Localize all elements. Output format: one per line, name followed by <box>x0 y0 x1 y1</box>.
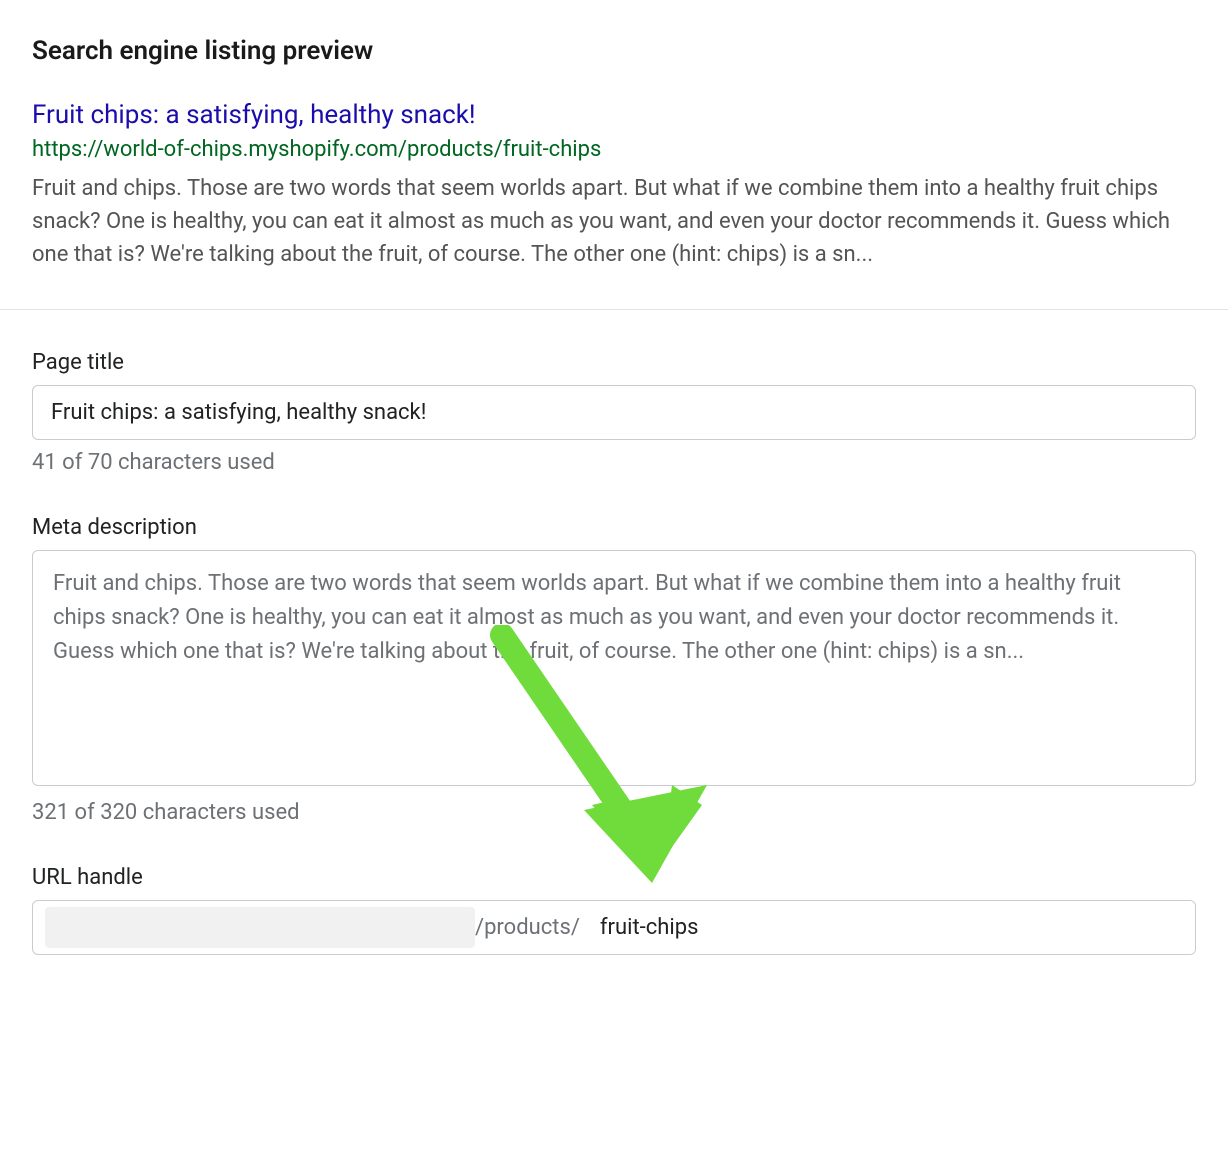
preview-url: https://world-of-chips.myshopify.com/pro… <box>32 137 1196 162</box>
section-title: Search engine listing preview <box>32 36 1196 66</box>
url-path-suffix: /products/ <box>475 901 588 954</box>
meta-description-input[interactable] <box>32 550 1196 786</box>
preview-description: Fruit and chips. Those are two words tha… <box>32 172 1196 271</box>
serp-preview: Fruit chips: a satisfying, healthy snack… <box>32 100 1196 271</box>
page-title-field: Page title 41 of 70 characters used <box>32 350 1196 475</box>
page-title-input[interactable] <box>32 385 1196 440</box>
url-handle-field: URL handle /products/ <box>32 865 1196 955</box>
url-handle-label: URL handle <box>32 865 1196 890</box>
meta-description-field: Meta description 321 of 320 characters u… <box>32 515 1196 825</box>
url-handle-input[interactable] <box>588 901 1195 954</box>
url-handle-row: /products/ <box>32 900 1196 955</box>
divider <box>0 309 1228 310</box>
page-title-label: Page title <box>32 350 1196 375</box>
url-prefix-masked <box>45 907 475 948</box>
meta-description-label: Meta description <box>32 515 1196 540</box>
page-title-helper: 41 of 70 characters used <box>32 450 1196 475</box>
meta-description-helper: 321 of 320 characters used <box>32 800 1196 825</box>
preview-title: Fruit chips: a satisfying, healthy snack… <box>32 100 1196 131</box>
